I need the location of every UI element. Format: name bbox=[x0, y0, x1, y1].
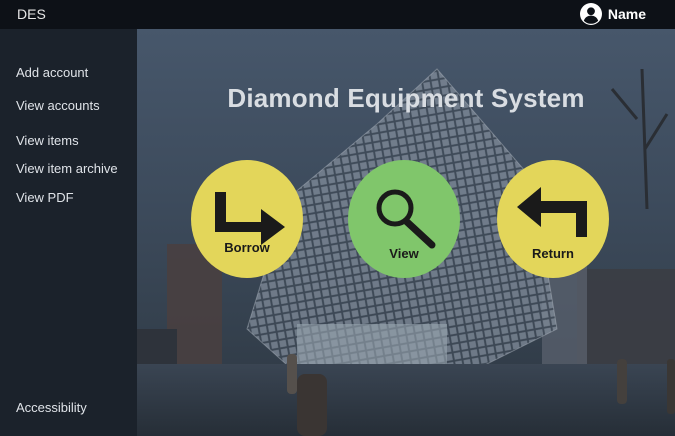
borrow-button[interactable]: Borrow bbox=[191, 160, 303, 278]
sidebar-item-view-item-archive[interactable]: View item archive bbox=[16, 161, 118, 176]
brand-link[interactable]: DES bbox=[17, 6, 46, 22]
main-content: Diamond Equipment System Borrow View Ret… bbox=[137, 29, 675, 436]
sidebar-item-view-pdf[interactable]: View PDF bbox=[16, 190, 74, 205]
view-label: View bbox=[389, 246, 419, 261]
page-title: Diamond Equipment System bbox=[227, 83, 585, 113]
user-name: Name bbox=[607, 6, 646, 22]
sidebar-item-accessibility[interactable]: Accessibility bbox=[16, 400, 87, 415]
sidebar-item-view-accounts[interactable]: View accounts bbox=[16, 98, 100, 113]
view-button[interactable]: View bbox=[348, 160, 460, 278]
return-button[interactable]: Return bbox=[497, 160, 609, 278]
arrow-turn-right-icon bbox=[215, 192, 285, 245]
user-avatar-icon bbox=[579, 3, 602, 25]
sidebar: Add account View accounts View items Vie… bbox=[0, 29, 137, 436]
borrow-label: Borrow bbox=[224, 240, 270, 255]
user-menu[interactable]: Name bbox=[579, 3, 646, 25]
top-navbar: DES Name bbox=[0, 0, 675, 29]
return-label: Return bbox=[532, 246, 574, 261]
sidebar-item-add-account[interactable]: Add account bbox=[16, 65, 88, 80]
sidebar-item-view-items[interactable]: View items bbox=[16, 133, 79, 148]
